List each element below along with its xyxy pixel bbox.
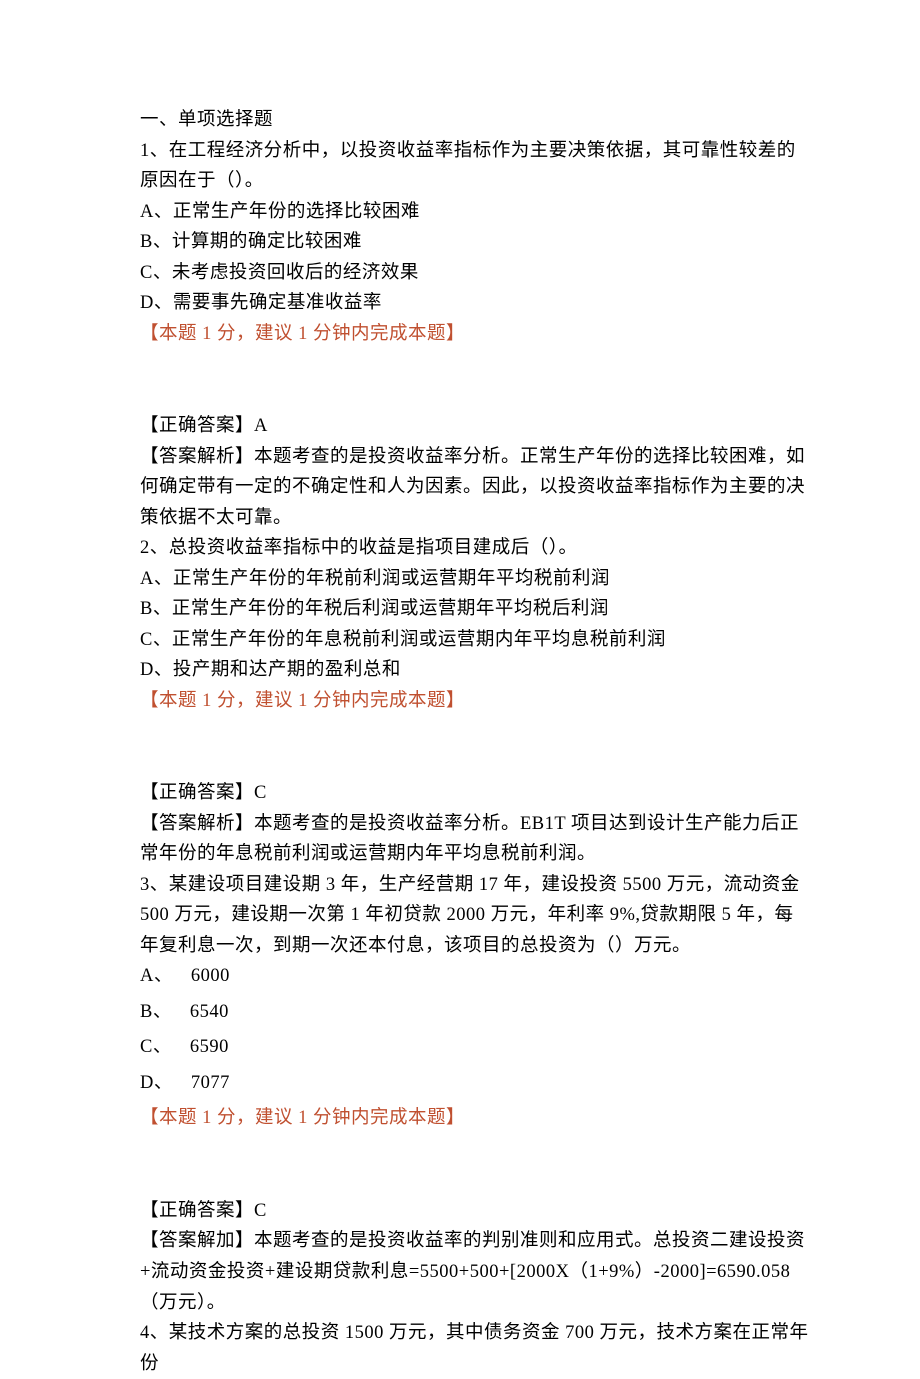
q4-stem: 4、某技术方案的总投资 1500 万元，其中债务资金 700 万元，技术方案在正… xyxy=(140,1318,810,1379)
q3-hint: 【本题 1 分，建议 1 分钟内完成本题】 xyxy=(140,1103,810,1134)
q2-option-c: C、正常生产年份的年息税前利润或运营期内年平均息税前利润 xyxy=(140,625,810,656)
q2-explain: 【答案解析】本题考查的是投资收益率分析。EB1T 项目达到设计生产能力后正常年份… xyxy=(140,809,810,870)
gap xyxy=(140,1134,810,1196)
gap xyxy=(140,349,810,411)
q3-option-a-label: A、 xyxy=(140,961,173,992)
q1-explain: 【答案解析】本题考查的是投资收益率分析。正常生产年份的选择比较困难，如何确定带有… xyxy=(140,442,810,534)
section-title: 一、单项选择题 xyxy=(140,105,810,136)
q1-option-a: A、正常生产年份的选择比较困难 xyxy=(140,197,810,228)
q1-option-d: D、需要事先确定基准收益率 xyxy=(140,288,810,319)
q2-option-d: D、投产期和达产期的盈利总和 xyxy=(140,655,810,686)
q3-option-c-label: C、 xyxy=(140,1032,172,1063)
q3-option-c-value: 6590 xyxy=(190,1037,229,1057)
q3-option-d-label: D、 xyxy=(140,1068,173,1099)
gap xyxy=(140,716,810,778)
q3-option-d: D、 7077 xyxy=(140,1068,810,1099)
q2-option-b: B、正常生产年份的年税后利润或运营期年平均税后利润 xyxy=(140,594,810,625)
q1-answer: 【正确答案】A xyxy=(140,411,810,442)
q1-stem: 1、在工程经济分析中，以投资收益率指标作为主要决策依据，其可靠性较差的原因在于（… xyxy=(140,136,810,197)
q3-option-b: B、 6540 xyxy=(140,997,810,1028)
q3-explain: 【答案解加】本题考查的是投资收益率的判别准则和应用式。总投资二建设投资+流动资金… xyxy=(140,1226,810,1318)
q2-option-a: A、正常生产年份的年税前利润或运营期年平均税前利润 xyxy=(140,564,810,595)
q3-answer: 【正确答案】C xyxy=(140,1196,810,1227)
q1-option-c: C、未考虑投资回收后的经济效果 xyxy=(140,258,810,289)
q3-option-c: C、 6590 xyxy=(140,1032,810,1063)
q3-option-b-value: 6540 xyxy=(190,1002,229,1022)
q1-hint: 【本题 1 分，建议 1 分钟内完成本题】 xyxy=(140,319,810,350)
q2-hint: 【本题 1 分，建议 1 分钟内完成本题】 xyxy=(140,686,810,717)
q3-stem: 3、某建设项目建设期 3 年，生产经营期 17 年，建设投资 5500 万元，流… xyxy=(140,870,810,962)
q1-option-b: B、计算期的确定比较困难 xyxy=(140,227,810,258)
q3-option-d-value: 7077 xyxy=(191,1073,230,1093)
q2-answer: 【正确答案】C xyxy=(140,778,810,809)
q3-option-b-label: B、 xyxy=(140,997,172,1028)
q3-option-a: A、 6000 xyxy=(140,961,810,992)
q2-stem: 2、总投资收益率指标中的收益是指项目建成后（）。 xyxy=(140,533,810,564)
q3-option-a-value: 6000 xyxy=(191,966,230,986)
